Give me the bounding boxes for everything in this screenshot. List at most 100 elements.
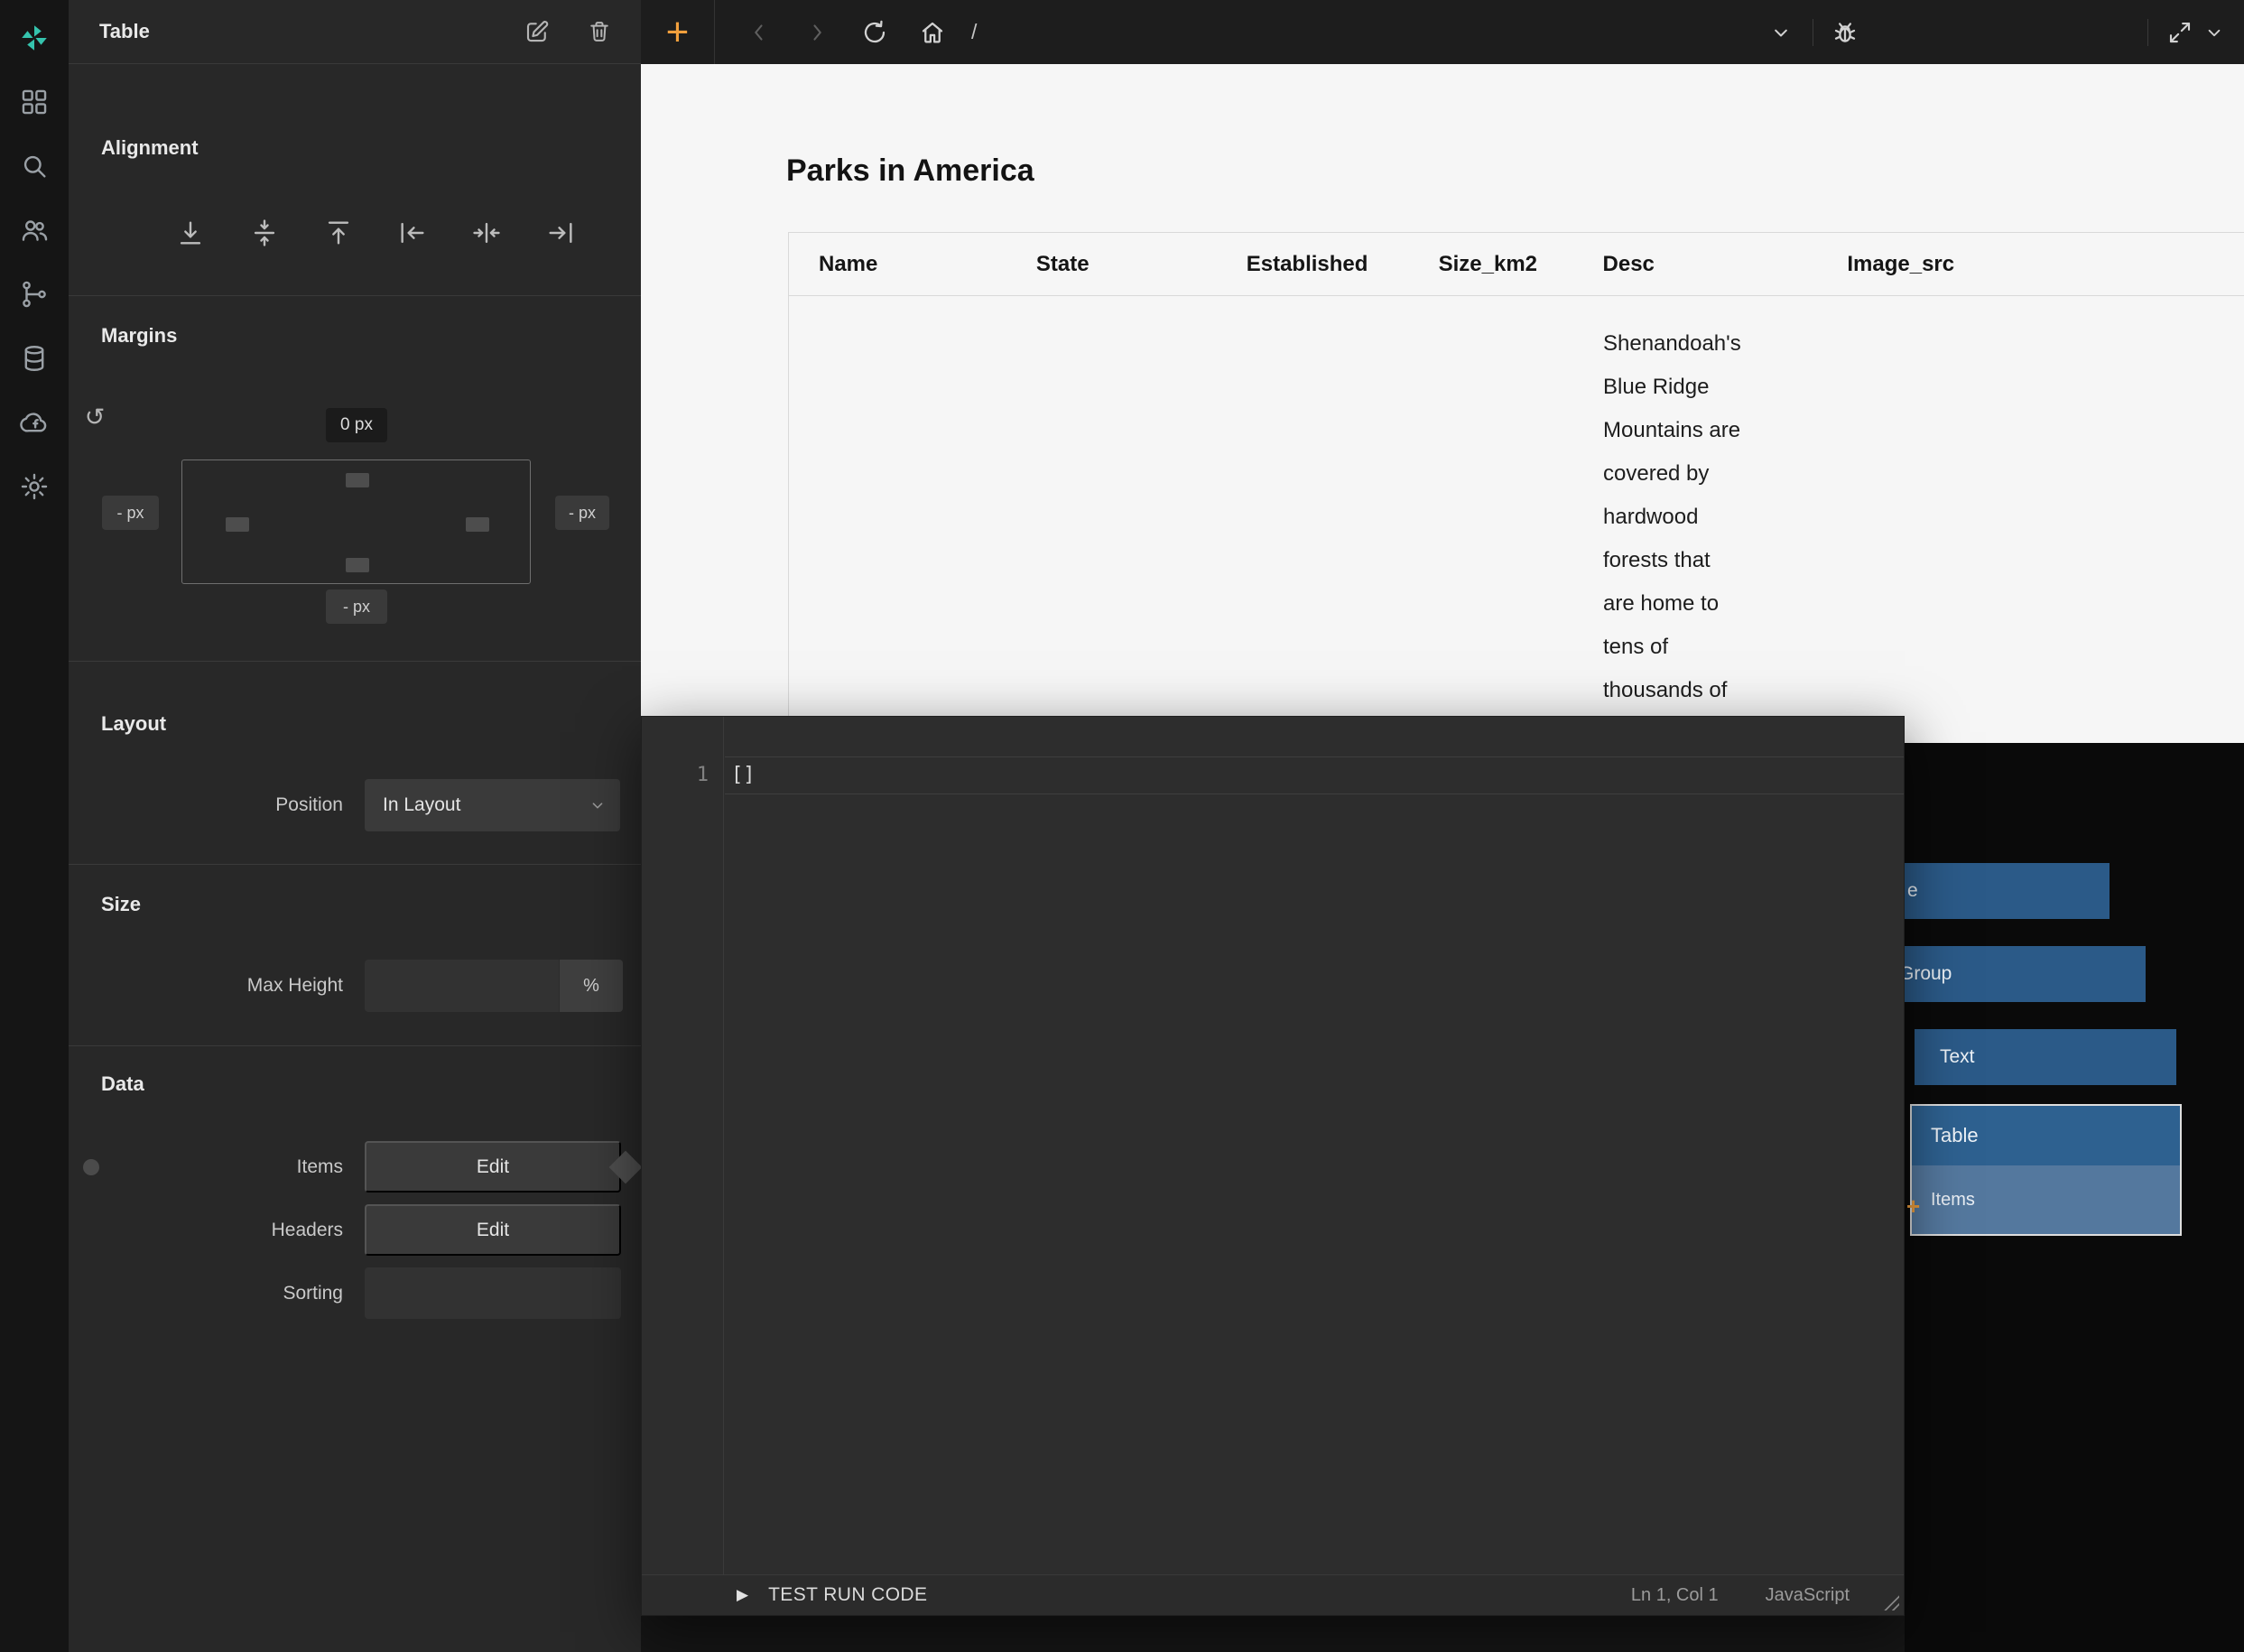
- data-label: Data: [101, 1072, 144, 1096]
- refresh-icon[interactable]: [858, 15, 892, 50]
- margins-section: Margins ↺ 0 px - px - px - px: [69, 296, 641, 662]
- desc-text-line: are home to: [1603, 582, 1741, 626]
- app-logo-icon[interactable]: [16, 20, 52, 56]
- column-header: Established: [1217, 233, 1409, 295]
- code-editor-panel: 1 [] ▶ TEST RUN CODE Ln 1, Col 1 JavaScr…: [641, 716, 1905, 1616]
- language-indicator: JavaScript: [1766, 1585, 1850, 1606]
- page-title: Parks in America: [786, 153, 1034, 189]
- margins-label: Margins: [101, 324, 177, 348]
- forward-icon[interactable]: [800, 15, 834, 50]
- max-height-unit: %: [559, 960, 623, 1012]
- tree-item-label: Items: [1931, 1190, 1975, 1211]
- reset-margins-icon[interactable]: ↺: [79, 402, 110, 432]
- inspector-title: Table: [99, 20, 524, 43]
- column-header: Image_src: [1817, 233, 2244, 295]
- align-right-icon[interactable]: [541, 213, 580, 253]
- tree-selected-group: Table Items +: [1910, 1104, 2182, 1236]
- align-left-icon[interactable]: [393, 213, 432, 253]
- database-icon[interactable]: [16, 340, 52, 376]
- align-center-horizontal-icon[interactable]: [467, 213, 506, 253]
- left-icon-rail: [0, 0, 69, 1652]
- desc-text-line: covered by: [1603, 452, 1741, 496]
- align-bottom-icon[interactable]: [171, 213, 210, 253]
- expand-fullscreen-icon[interactable]: [2163, 15, 2197, 50]
- path-dropdown-chevron-icon[interactable]: [1764, 15, 1798, 50]
- tree-item-label: e: [1907, 880, 1918, 902]
- path-breadcrumb[interactable]: /: [971, 20, 977, 44]
- headers-edit-button[interactable]: Edit: [365, 1204, 621, 1256]
- tree-item-group[interactable]: Group: [1905, 946, 2146, 1002]
- alignment-label: Alignment: [101, 136, 199, 160]
- margin-handle-top[interactable]: [346, 473, 369, 487]
- users-icon[interactable]: [16, 212, 52, 248]
- code-content: []: [725, 757, 1904, 794]
- margin-handle-bottom[interactable]: [346, 558, 369, 572]
- column-header: Name: [789, 233, 1006, 295]
- parks-table-widget[interactable]: Name State Established Size_km2 Desc Ima…: [788, 232, 2244, 743]
- margin-handle-right[interactable]: [466, 517, 489, 532]
- test-run-button[interactable]: ▶ TEST RUN CODE: [737, 1584, 927, 1606]
- back-icon[interactable]: [742, 15, 776, 50]
- editor-status-bar: ▶ TEST RUN CODE Ln 1, Col 1 JavaScript: [642, 1574, 1904, 1615]
- layout-section: Layout Position In Layout: [69, 662, 641, 865]
- size-label: Size: [101, 893, 141, 916]
- tree-item-text[interactable]: Text: [1915, 1029, 2176, 1085]
- alignment-options: [171, 213, 580, 253]
- margin-bottom-value[interactable]: - px: [326, 589, 387, 624]
- max-height-label: Max Height: [69, 975, 365, 997]
- items-edit-button[interactable]: Edit: [365, 1141, 621, 1193]
- desc-text-line: Shenandoah's: [1603, 322, 1741, 366]
- active-line[interactable]: []: [725, 756, 1904, 794]
- desc-text-line: thousands of: [1603, 669, 1741, 712]
- chevron-down-icon: [588, 795, 607, 815]
- test-run-label: TEST RUN CODE: [768, 1584, 927, 1606]
- more-chevron-down-icon[interactable]: [2197, 15, 2231, 50]
- tree-item-label: Text: [1940, 1046, 1975, 1068]
- align-center-vertical-icon[interactable]: [245, 213, 284, 253]
- layout-label: Layout: [101, 712, 166, 736]
- column-header: Size_km2: [1409, 233, 1573, 295]
- inspector-header: Table: [69, 0, 641, 64]
- debug-bug-icon[interactable]: [1828, 15, 1862, 50]
- column-header: State: [1006, 233, 1217, 295]
- grid-icon[interactable]: [16, 84, 52, 120]
- canvas-toolbar: + /: [641, 0, 2244, 64]
- max-height-input[interactable]: [365, 960, 559, 1012]
- toolbar-divider: [2147, 19, 2148, 46]
- desc-text-line: Mountains are: [1603, 409, 1741, 452]
- align-top-icon[interactable]: [319, 213, 358, 253]
- margin-right-value[interactable]: - px: [555, 496, 609, 530]
- add-component-button[interactable]: +: [641, 0, 715, 64]
- component-tree-panel: e Group Text Table Items +: [1905, 743, 2244, 1652]
- data-section: Data Items Edit Headers Edit Sorting: [69, 1046, 641, 1652]
- tree-item-items[interactable]: Items: [1912, 1165, 2180, 1234]
- cursor-position: Ln 1, Col 1: [1631, 1585, 1719, 1606]
- position-label: Position: [69, 794, 365, 816]
- rename-edit-icon[interactable]: [524, 18, 551, 45]
- position-value: In Layout: [383, 794, 460, 816]
- margin-left-value[interactable]: - px: [102, 496, 159, 530]
- app-canvas[interactable]: Parks in America Name State Established …: [641, 64, 2244, 743]
- tree-item-label: Table: [1931, 1124, 1979, 1147]
- code-editor-area[interactable]: 1 []: [642, 717, 1904, 1574]
- tree-item-table[interactable]: Table: [1912, 1106, 2180, 1165]
- desc-text-line: tens of: [1603, 626, 1741, 669]
- margin-box-diagram: [181, 459, 531, 584]
- cloud-function-icon[interactable]: [16, 404, 52, 441]
- desc-text-line: Blue Ridge: [1603, 366, 1741, 409]
- delete-trash-icon[interactable]: [587, 19, 612, 44]
- home-icon[interactable]: [915, 15, 950, 50]
- sorting-input[interactable]: [365, 1267, 621, 1319]
- position-select[interactable]: In Layout: [365, 779, 620, 831]
- branch-icon[interactable]: [16, 276, 52, 312]
- tree-item-label: Group: [1905, 963, 1952, 985]
- line-number: 1: [642, 756, 723, 794]
- desc-cell: Shenandoah's Blue Ridge Mountains are co…: [1603, 322, 1741, 712]
- settings-gear-icon[interactable]: [16, 469, 52, 505]
- margin-handle-left[interactable]: [226, 517, 249, 532]
- size-section: Size Max Height %: [69, 865, 641, 1046]
- tree-item[interactable]: e: [1905, 863, 2110, 919]
- desc-text-line: hardwood: [1603, 496, 1741, 539]
- editor-gutter: 1: [642, 717, 724, 1574]
- search-icon[interactable]: [16, 148, 52, 184]
